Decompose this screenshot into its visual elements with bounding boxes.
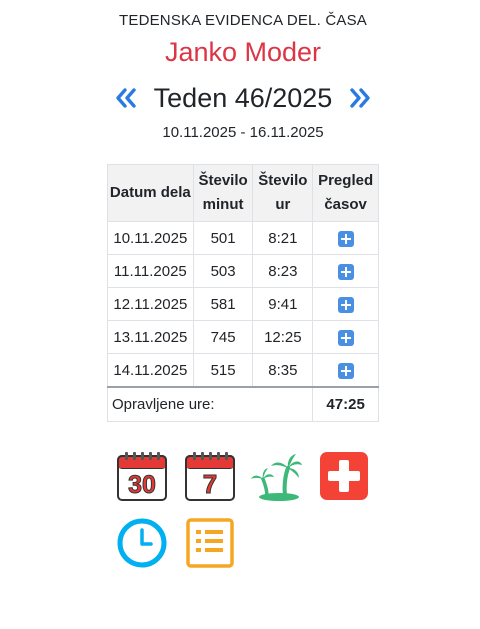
worked-hours-total: 47:25	[312, 386, 379, 422]
month-calendar-day: 30	[128, 471, 156, 499]
next-week-button[interactable]	[347, 86, 373, 110]
week-calendar-day: 7	[203, 469, 217, 499]
cell-minutes: 501	[192, 221, 254, 255]
clock-button[interactable]	[116, 517, 168, 569]
month-calendar-button[interactable]: 30	[116, 450, 168, 502]
header-hours: Število ur	[252, 164, 314, 222]
plus-icon[interactable]	[337, 263, 354, 280]
cell-hours: 8:23	[252, 254, 314, 288]
medical-cross-icon	[320, 452, 368, 500]
weekly-timesheet-page: TEDENSKA EVIDENCA DEL. ČASA Janko Moder …	[0, 0, 480, 629]
vacation-button[interactable]	[251, 450, 303, 502]
week-calendar-button[interactable]: 7	[184, 450, 236, 502]
cell-date: 11.11.2025	[107, 254, 194, 288]
cell-minutes: 745	[192, 320, 254, 354]
table-row: 14.11.2025 515 8:35	[107, 353, 379, 388]
cell-minutes: 581	[192, 287, 254, 321]
cell-overview	[312, 221, 379, 255]
double-chevron-right-icon	[350, 88, 371, 108]
month-calendar-icon: 30	[117, 452, 167, 501]
table-header-row: Datum dela Število minut Število ur Preg…	[107, 164, 379, 222]
cell-hours: 8:35	[252, 353, 314, 388]
week-calendar-icon: 7	[185, 452, 235, 501]
sick-leave-button[interactable]	[318, 450, 370, 502]
previous-week-button[interactable]	[113, 86, 139, 110]
header-date: Datum dela	[107, 164, 194, 222]
cell-hours: 12:25	[252, 320, 314, 354]
cell-minutes: 515	[192, 353, 254, 388]
worked-hours-label: Opravljene ure:	[106, 386, 314, 422]
double-chevron-left-icon	[115, 88, 136, 108]
plus-icon[interactable]	[337, 296, 354, 313]
table-row: 12.11.2025 581 9:41	[107, 287, 379, 321]
clock-icon	[117, 518, 167, 568]
palm-trees-icon	[251, 454, 302, 501]
page-subtitle: TEDENSKA EVIDENCA DEL. ČASA	[119, 12, 367, 29]
cell-minutes: 503	[192, 254, 254, 288]
plus-icon[interactable]	[337, 329, 354, 346]
table-row: 11.11.2025 503 8:23	[107, 254, 379, 288]
table-footer-row: Opravljene ure: 47:25	[106, 386, 379, 422]
cell-overview	[312, 320, 379, 354]
date-range: 10.11.2025 - 16.11.2025	[162, 124, 324, 141]
plus-icon[interactable]	[337, 362, 354, 379]
list-icon	[186, 518, 234, 568]
header-overview: Pregled časov	[312, 164, 379, 222]
cell-date: 13.11.2025	[107, 320, 194, 354]
header-minutes: Število minut	[192, 164, 254, 222]
table-row: 10.11.2025 501 8:21	[107, 221, 379, 255]
week-title: Teden 46/2025	[153, 82, 333, 113]
cell-date: 12.11.2025	[107, 287, 194, 321]
timesheet-table: Datum dela Število minut Število ur Preg…	[106, 164, 379, 422]
list-button[interactable]	[184, 517, 236, 569]
cell-date: 14.11.2025	[107, 353, 194, 388]
cell-hours: 8:21	[252, 221, 314, 255]
cell-date: 10.11.2025	[107, 221, 194, 255]
week-navigation: Teden 46/2025	[0, 80, 480, 116]
cell-overview	[312, 353, 379, 388]
employee-name: Janko Moder	[164, 37, 322, 67]
cell-hours: 9:41	[252, 287, 314, 321]
cell-overview	[312, 287, 379, 321]
table-row: 13.11.2025 745 12:25	[107, 320, 379, 354]
plus-icon[interactable]	[337, 230, 354, 247]
cell-overview	[312, 254, 379, 288]
